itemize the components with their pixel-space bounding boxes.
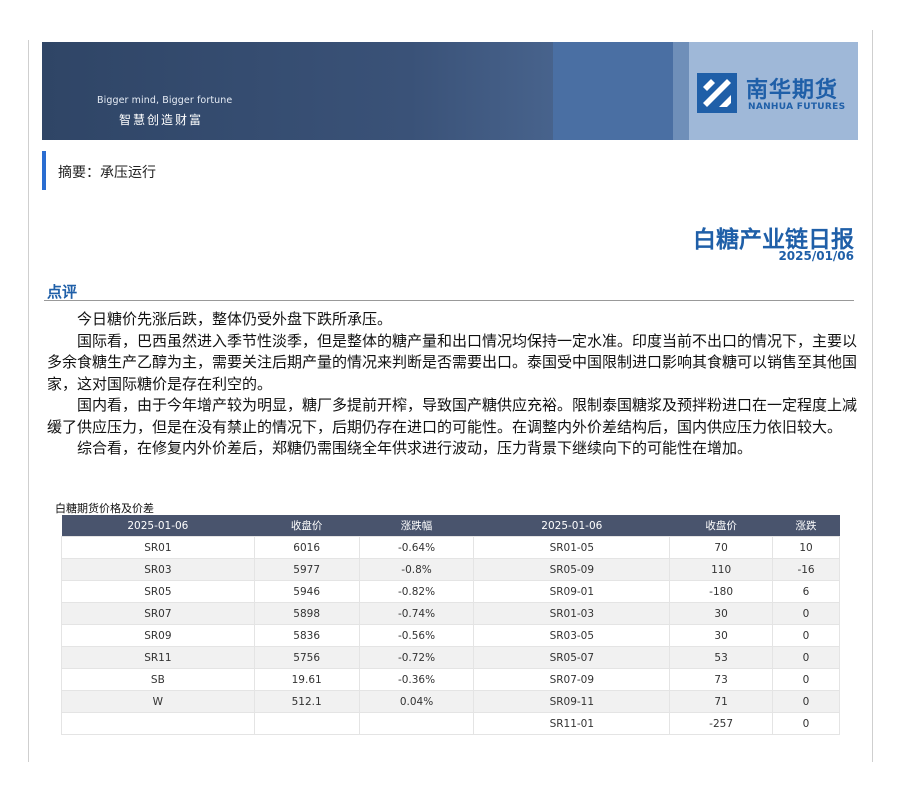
table-cell: -0.82%: [358, 580, 475, 603]
table-cell: SB: [61, 668, 255, 691]
table-cell: [358, 712, 475, 735]
header-date-left: 2025-01-06: [61, 515, 255, 537]
table-cell: 6016: [253, 536, 360, 559]
table-cell: SR03-05: [473, 624, 671, 647]
commentary-paragraph: 今日糖价先涨后跌，整体仍受外盘下跌所承压。: [77, 310, 393, 328]
table-cell: [253, 712, 360, 735]
table-cell: -0.72%: [358, 646, 475, 669]
logo-text-english: NANHUA FUTURES: [748, 102, 846, 112]
table-cell: W: [61, 690, 255, 713]
table-cell: SR07-09: [473, 668, 671, 691]
table-cell: SR11-01: [473, 712, 671, 735]
table-row: SR11 5756 -0.72% SR05-07 53 0: [61, 646, 840, 669]
header-change-pct: 涨跌幅: [359, 515, 474, 537]
page-edge-right: [872, 30, 873, 762]
table-cell: SR01: [61, 536, 255, 559]
table-cell: 70: [669, 536, 774, 559]
commentary-paragraph: 国内看，由于今年增产较为明显，糖厂多提前开榨，导致国产糖供应充裕。限制泰国糖浆及…: [47, 396, 858, 436]
table-cell: 0: [772, 646, 840, 669]
table-cell: 53: [669, 646, 774, 669]
table-cell: -0.64%: [358, 536, 475, 559]
table-cell: SR05: [61, 580, 255, 603]
table-cell: 71: [669, 690, 774, 713]
table-row: SR05 5946 -0.82% SR09-01 -180 6: [61, 580, 840, 603]
table-body: SR01 6016 -0.64% SR01-05 70 10 SR03 5977 -0.8% SR…: [61, 536, 840, 735]
commentary-body: 今日糖价先涨后跌，整体仍受外盘下跌所承压。 国际看，巴西虽然进入季节性淡季，但是…: [47, 309, 857, 460]
table-cell: -0.8%: [358, 558, 475, 581]
table-cell: -257: [669, 712, 774, 735]
table-cell: SR05-09: [473, 558, 671, 581]
price-table: 2025-01-06 收盘价 涨跌幅 2025-01-06 收盘价 涨跌 SR0…: [61, 515, 840, 735]
table-cell: 0.04%: [358, 690, 475, 713]
table-cell: SR01-03: [473, 602, 671, 625]
slogan-english: Bigger mind, Bigger fortune: [97, 95, 233, 106]
table-row: SR03 5977 -0.8% SR05-09 110 -16: [61, 558, 840, 581]
table-cell: 0: [772, 668, 840, 691]
table-row: SR09 5836 -0.56% SR03-05 30 0: [61, 624, 840, 647]
table-caption: 白糖期货价格及价差: [55, 502, 154, 515]
table-cell: -180: [669, 580, 774, 603]
table-cell: -0.36%: [358, 668, 475, 691]
table-cell: 30: [669, 624, 774, 647]
page-edge-left: [28, 40, 29, 762]
header-date-right: 2025-01-06: [473, 515, 670, 537]
table-cell: 512.1: [253, 690, 360, 713]
header-change: 涨跌: [772, 515, 840, 537]
table-cell: 5977: [253, 558, 360, 581]
table-cell: 0: [772, 690, 840, 713]
table-header-row: 2025-01-06 收盘价 涨跌幅 2025-01-06 收盘价 涨跌: [61, 515, 840, 537]
slogan-chinese: 智慧创造财富: [119, 113, 204, 127]
table-row: SR07 5898 -0.74% SR01-03 30 0: [61, 602, 840, 625]
table-cell: SR09-01: [473, 580, 671, 603]
table-cell: [61, 712, 255, 735]
table-cell: -0.74%: [358, 602, 475, 625]
banner-band: [553, 42, 673, 140]
table-cell: SR03: [61, 558, 255, 581]
table-row: W 512.1 0.04% SR09-11 71 0: [61, 690, 840, 713]
table-cell: SR09-11: [473, 690, 671, 713]
header-banner: Bigger mind, Bigger fortune 智慧创造财富 南华期货 …: [42, 42, 858, 140]
commentary-paragraph: 综合看，在修复内外价差后，郑糖仍需围绕全年供求进行波动，压力背景下继续向下的可能…: [77, 439, 753, 457]
table-cell: 5836: [253, 624, 360, 647]
table-cell: 6: [772, 580, 840, 603]
banner-band-divider: [673, 42, 689, 140]
table-cell: -16: [772, 558, 840, 581]
table-cell: SR11: [61, 646, 255, 669]
section-title: 点评: [47, 283, 78, 301]
summary-accent-bar: [42, 151, 46, 190]
table-cell: 73: [669, 668, 774, 691]
table-cell: -0.56%: [358, 624, 475, 647]
header-close-right: 收盘价: [669, 515, 773, 537]
table-cell: 30: [669, 602, 774, 625]
table-cell: 5756: [253, 646, 360, 669]
table-cell: 0: [772, 624, 840, 647]
table-cell: SR05-07: [473, 646, 671, 669]
table-cell: 19.61: [253, 668, 360, 691]
table-row: SR01 6016 -0.64% SR01-05 70 10: [61, 536, 840, 559]
table-cell: SR01-05: [473, 536, 671, 559]
table-row: SR11-01 -257 0: [61, 712, 840, 735]
logo-text-chinese: 南华期货: [746, 78, 839, 103]
section-divider: [44, 300, 854, 301]
table-cell: SR09: [61, 624, 255, 647]
table-cell: SR07: [61, 602, 255, 625]
table-cell: 110: [669, 558, 774, 581]
table-cell: 0: [772, 712, 840, 735]
table-cell: 5898: [253, 602, 360, 625]
table-cell: 10: [772, 536, 840, 559]
table-cell: 0: [772, 602, 840, 625]
nanhua-logo-icon: [697, 73, 737, 113]
header-close-left: 收盘价: [254, 515, 360, 537]
table-row: SB 19.61 -0.36% SR07-09 73 0: [61, 668, 840, 691]
commentary-paragraph: 国际看，巴西虽然进入季节性淡季，但是整体的糖产量和出口情况均保持一定水准。印度当…: [47, 331, 858, 393]
report-date: 2025/01/06: [778, 249, 854, 263]
summary-text: 摘要：承压运行: [58, 165, 156, 181]
table-cell: 5946: [253, 580, 360, 603]
